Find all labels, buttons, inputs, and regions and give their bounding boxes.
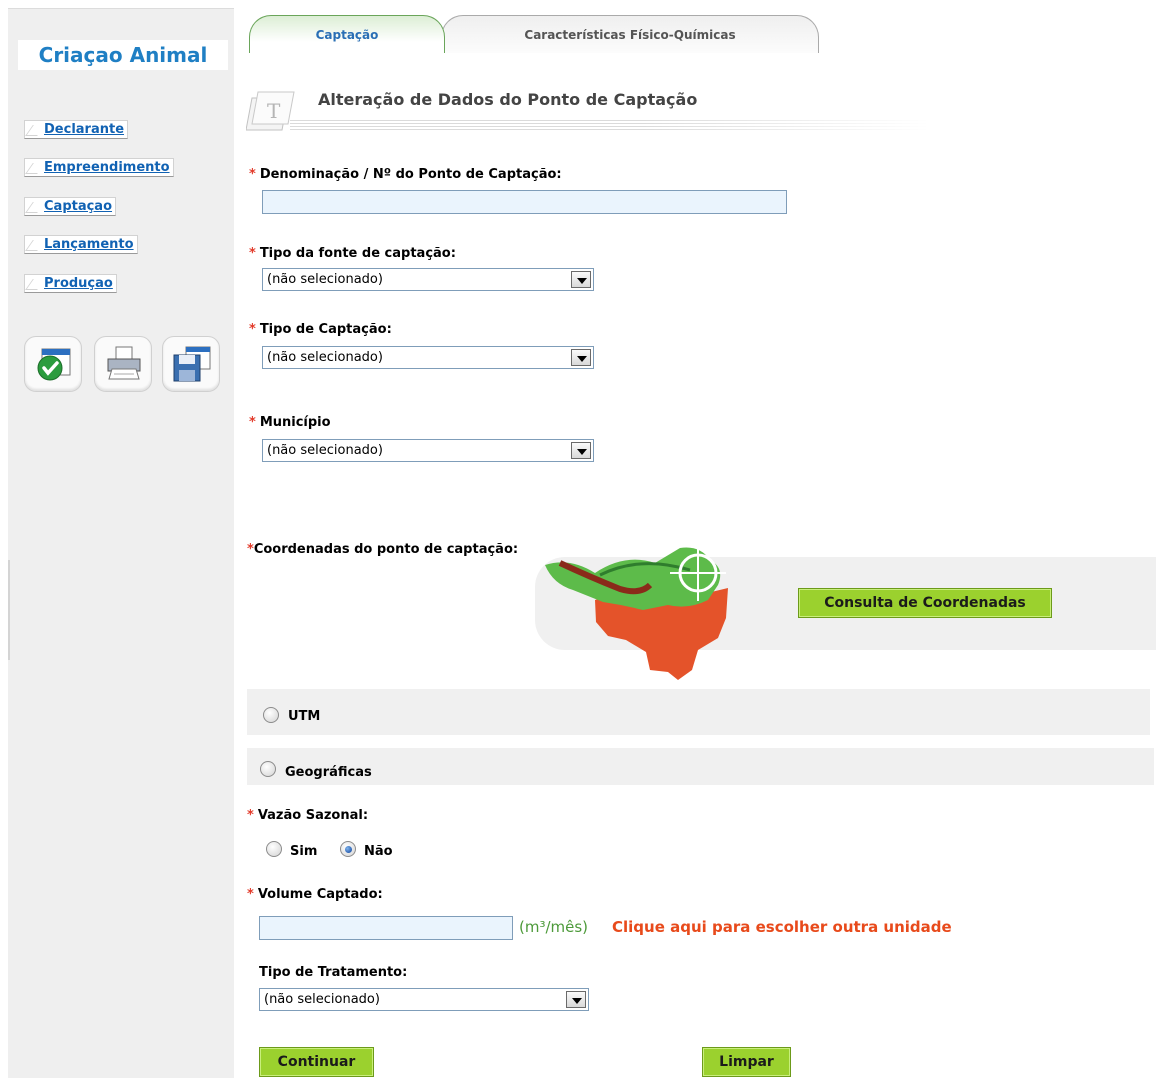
print-button[interactable]: [94, 336, 152, 392]
geograficas-radio[interactable]: [260, 761, 276, 777]
printer-icon: [107, 346, 141, 380]
tipo-captacao-value: (não selecionado): [267, 350, 383, 365]
denominacao-input[interactable]: [262, 190, 787, 214]
geograficas-option-bar: Geográficas: [247, 748, 1154, 785]
vazao-sazonal-label: * Vazão Sazonal:: [247, 808, 369, 823]
validate-button[interactable]: [24, 336, 82, 392]
app-title: Criaçao Animal: [18, 40, 228, 70]
tipo-tratamento-select[interactable]: (não selecionado): [259, 988, 589, 1011]
limpar-button[interactable]: Limpar: [702, 1047, 791, 1077]
heading-rule: [290, 118, 930, 132]
utm-label: UTM: [288, 709, 321, 724]
chevron-down-icon[interactable]: [571, 271, 591, 288]
vazao-sim-radio[interactable]: [266, 841, 282, 857]
geograficas-label: Geográficas: [285, 765, 372, 780]
tipo-fonte-label: * Tipo da fonte de captação:: [249, 246, 456, 261]
vazao-sim-label: Sim: [290, 844, 318, 859]
municipio-select[interactable]: (não selecionado): [262, 439, 594, 462]
sidebar-link-declarante[interactable]: Declarante: [24, 120, 129, 139]
state-map-logo[interactable]: [540, 545, 740, 684]
chevron-down-icon[interactable]: [566, 991, 586, 1008]
sidebar-link-empreendimento[interactable]: Empreendimento: [24, 158, 174, 177]
municipio-value: (não selecionado): [267, 443, 383, 458]
required-mark: *: [249, 415, 256, 430]
consulta-coordenadas-button[interactable]: Consulta de Coordenadas: [798, 588, 1052, 618]
text-note-icon: T: [245, 88, 300, 144]
chevron-down-icon[interactable]: [571, 349, 591, 366]
volume-captado-input[interactable]: [259, 916, 513, 940]
required-mark: *: [247, 808, 254, 823]
municipio-label: * Município: [249, 415, 331, 430]
vazao-nao-radio[interactable]: [340, 841, 356, 857]
required-mark: *: [249, 246, 256, 261]
coordenadas-label: *Coordenadas do ponto de captação:: [247, 542, 519, 557]
page-title: Alteração de Dados do Ponto de Captação: [318, 90, 698, 109]
tipo-tratamento-label: Tipo de Tratamento:: [259, 965, 408, 980]
tipo-tratamento-value: (não selecionado): [264, 992, 380, 1007]
floppy-save-icon: [173, 346, 211, 382]
change-unit-link[interactable]: Clique aqui para escolher outra unidade: [612, 918, 952, 936]
chevron-down-icon[interactable]: [571, 442, 591, 459]
required-mark: *: [249, 167, 256, 182]
sidebar-divider: [8, 560, 10, 660]
continuar-button[interactable]: Continuar: [259, 1047, 374, 1077]
check-window-icon: [37, 348, 71, 381]
denominacao-label: * Denominação / Nº do Ponto de Captação:: [249, 167, 562, 182]
tab-caracteristicas[interactable]: Características Físico-Químicas: [441, 15, 819, 53]
volume-unit: (m³/mês): [519, 918, 589, 936]
tipo-fonte-value: (não selecionado): [267, 272, 383, 287]
required-mark: *: [247, 887, 254, 902]
save-button[interactable]: [162, 336, 220, 392]
sidebar-link-lancamento[interactable]: Lançamento: [24, 235, 138, 254]
utm-radio[interactable]: [263, 707, 279, 723]
tipo-fonte-select[interactable]: (não selecionado): [262, 268, 594, 291]
sidebar-link-captacao[interactable]: Captaçao: [24, 197, 117, 216]
required-mark: *: [247, 542, 254, 557]
sidebar-link-producao[interactable]: Produçao: [24, 274, 117, 293]
svg-text:T: T: [267, 99, 281, 123]
tab-captacao[interactable]: Captação: [249, 15, 445, 53]
volume-captado-label: * Volume Captado:: [247, 887, 383, 902]
utm-option-bar: UTM: [247, 689, 1150, 735]
tipo-captacao-select[interactable]: (não selecionado): [262, 346, 594, 369]
vazao-nao-label: Não: [364, 844, 393, 859]
tipo-captacao-label: * Tipo de Captação:: [249, 322, 392, 337]
required-mark: *: [249, 322, 256, 337]
